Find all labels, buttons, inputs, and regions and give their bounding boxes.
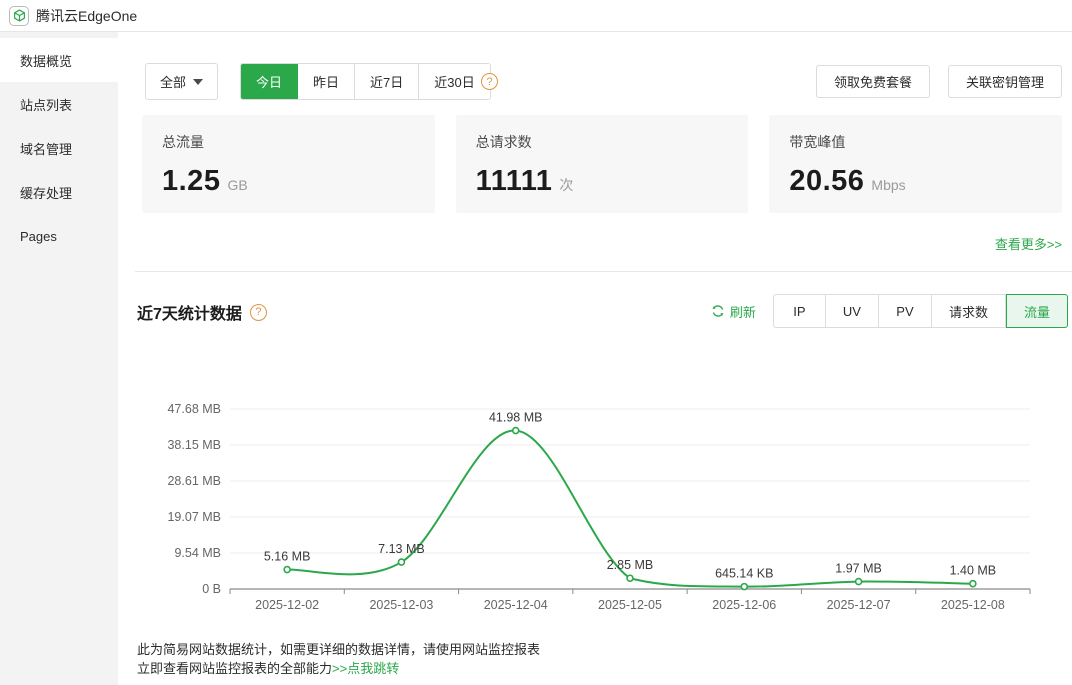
sidebar-item-data-overview[interactable]: 数据概览 xyxy=(0,38,118,82)
data-point-marker xyxy=(398,559,404,565)
stat-label: 总请求数 xyxy=(476,132,729,152)
y-axis-tick-label: 19.07 MB xyxy=(167,510,221,524)
data-point-label: 41.98 MB xyxy=(489,411,543,425)
stat-value: 20.56 xyxy=(789,165,864,198)
metric-tab-pv[interactable]: PV xyxy=(879,294,932,328)
data-point-marker xyxy=(970,581,976,587)
chart-section-title: 近7天统计数据 xyxy=(137,300,242,324)
footer-jump-link[interactable]: >>点我跳转 xyxy=(332,661,399,676)
sidebar-item-site-list[interactable]: 站点列表 xyxy=(0,82,118,126)
x-axis-category-label: 2025-12-04 xyxy=(484,598,548,612)
metric-tab-uv[interactable]: UV xyxy=(826,294,879,328)
y-axis-tick-label: 38.15 MB xyxy=(167,438,221,452)
scope-dropdown[interactable]: 全部 xyxy=(145,63,218,100)
metric-tab-requests[interactable]: 请求数 xyxy=(932,294,1006,328)
data-point-label: 7.13 MB xyxy=(378,542,425,556)
sidebar-item-domain-management[interactable]: 域名管理 xyxy=(0,126,118,170)
y-axis-tick-label: 9.54 MB xyxy=(174,546,221,560)
stat-card-peak-bandwidth: 带宽峰值 20.56 Mbps xyxy=(769,115,1062,213)
link-key-management-button[interactable]: 关联密钥管理 xyxy=(948,65,1062,98)
chart-section-header: 近7天统计数据 ? xyxy=(137,300,267,324)
footer-line2-text: 立即查看网站监控报表的全部能力 xyxy=(137,661,332,676)
section-divider xyxy=(135,271,1072,272)
sidebar-item-label: 数据概览 xyxy=(20,51,72,70)
refresh-label: 刷新 xyxy=(730,302,756,321)
sidebar-item-cache-purge[interactable]: 缓存处理 xyxy=(0,170,118,214)
footer-line2: 立即查看网站监控报表的全部能力>>点我跳转 xyxy=(137,659,540,678)
refresh-icon xyxy=(711,304,725,318)
top-action-buttons: 领取免费套餐 关联密钥管理 xyxy=(816,65,1062,98)
data-point-label: 645.14 KB xyxy=(715,567,773,581)
data-point-marker xyxy=(627,575,633,581)
stat-card-total-requests: 总请求数 11111 次 xyxy=(456,115,749,213)
stat-value: 11111 xyxy=(476,165,553,198)
chevron-down-icon xyxy=(193,79,203,85)
line-chart-svg: 47.68 MB 38.15 MB 28.61 MB 19.07 MB 9.54 MB 0… xyxy=(135,388,1072,628)
x-axis-category-label: 2025-12-02 xyxy=(255,598,319,612)
metric-tabs: IP UV PV 请求数 流量 xyxy=(773,294,1068,328)
x-axis-category-label: 2025-12-06 xyxy=(712,598,776,612)
x-axis-category-label: 2025-12-07 xyxy=(827,598,891,612)
date-tab-yesterday[interactable]: 昨日 xyxy=(298,64,355,99)
app-title: 腾讯云EdgeOne xyxy=(36,6,137,26)
sidebar-item-label: 域名管理 xyxy=(20,139,72,158)
stat-unit: GB xyxy=(227,177,247,193)
sidebar-item-label: 缓存处理 xyxy=(20,183,72,202)
sidebar: 数据概览 站点列表 域名管理 缓存处理 Pages xyxy=(0,32,118,685)
scope-dropdown-value: 全部 xyxy=(160,72,186,91)
data-point-marker xyxy=(284,567,290,573)
date-tab-last7days[interactable]: 近7日 xyxy=(355,64,419,99)
x-axis-category-label: 2025-12-05 xyxy=(598,598,662,612)
stat-value: 1.25 xyxy=(162,165,220,198)
data-point-marker xyxy=(856,579,862,585)
stat-card-total-traffic: 总流量 1.25 GB xyxy=(142,115,435,213)
footer-note: 此为简易网站数据统计，如需更详细的数据详情，请使用网站监控报表 立即查看网站监控… xyxy=(137,640,540,678)
stat-label: 带宽峰值 xyxy=(789,132,1042,152)
footer-line1: 此为简易网站数据统计，如需更详细的数据详情，请使用网站监控报表 xyxy=(137,640,540,659)
claim-free-plan-button[interactable]: 领取免费套餐 xyxy=(816,65,930,98)
x-axis-category-label: 2025-12-03 xyxy=(369,598,433,612)
sidebar-item-label: Pages xyxy=(20,229,57,244)
metric-tab-traffic[interactable]: 流量 xyxy=(1006,294,1068,328)
chart-controls: 刷新 IP UV PV 请求数 流量 xyxy=(711,294,1068,328)
data-point-label: 1.40 MB xyxy=(950,564,997,578)
y-axis-tick-label: 0 B xyxy=(202,582,221,596)
view-more-link[interactable]: 查看更多>> xyxy=(995,234,1062,253)
refresh-button[interactable]: 刷新 xyxy=(711,302,756,321)
x-axis-category-label: 2025-12-08 xyxy=(941,598,1005,612)
help-icon[interactable]: ? xyxy=(250,304,267,321)
metric-tab-ip[interactable]: IP xyxy=(773,294,826,328)
sidebar-item-pages[interactable]: Pages xyxy=(0,214,118,258)
data-point-marker xyxy=(741,584,747,590)
app-header: 腾讯云EdgeOne xyxy=(0,0,1072,32)
stat-unit: 次 xyxy=(559,175,573,195)
help-icon[interactable]: ? xyxy=(481,73,498,90)
stat-label: 总流量 xyxy=(162,132,415,152)
data-point-marker xyxy=(513,428,519,434)
stat-cards-row: 总流量 1.25 GB 总请求数 11111 次 带宽峰值 20.56 Mbps xyxy=(142,115,1062,213)
y-axis-tick-label: 47.68 MB xyxy=(167,402,221,416)
data-point-label: 1.97 MB xyxy=(835,562,882,576)
date-range-tabs: 今日 昨日 近7日 近30日 xyxy=(240,63,491,100)
y-axis-tick-label: 28.61 MB xyxy=(167,474,221,488)
traffic-line-chart: 47.68 MB 38.15 MB 28.61 MB 19.07 MB 9.54 MB 0… xyxy=(135,388,1072,628)
data-point-label: 2.85 MB xyxy=(607,558,654,572)
date-tab-last30days[interactable]: 近30日 xyxy=(419,64,489,99)
edgeone-logo-icon xyxy=(9,6,29,26)
data-point-label: 5.16 MB xyxy=(264,550,311,564)
sidebar-item-label: 站点列表 xyxy=(20,95,72,114)
stat-unit: Mbps xyxy=(871,177,905,193)
date-tab-today[interactable]: 今日 xyxy=(241,64,298,99)
